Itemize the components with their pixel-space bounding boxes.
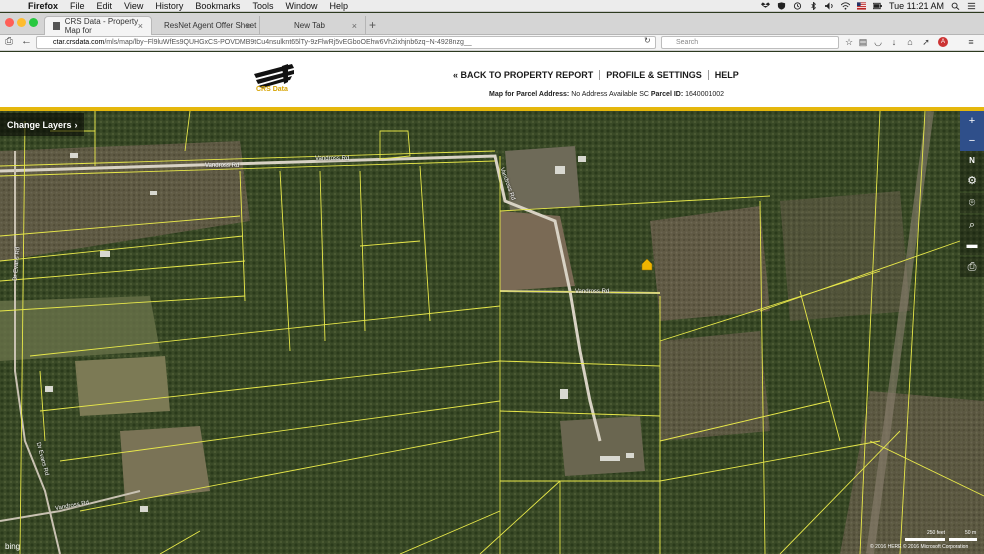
navigation-bar: ⎙ ← ctar.crsdata.com/mls/map/lby~Fl9luWf… xyxy=(0,35,984,51)
home-icon[interactable]: ⌂ xyxy=(905,37,915,47)
menu-file[interactable]: File xyxy=(70,1,85,11)
menu-app-firefox[interactable]: Firefox xyxy=(28,1,58,11)
addon-abp-icon[interactable]: A xyxy=(938,37,948,47)
mac-menu-bar: Firefox File Edit View History Bookmarks… xyxy=(0,0,984,12)
close-tab-icon[interactable]: × xyxy=(138,21,143,31)
parcel-id-label: Parcel ID: xyxy=(650,91,684,98)
wifi-icon[interactable] xyxy=(840,1,850,10)
menubar-clock[interactable]: Tue 11:21 AM xyxy=(889,1,944,11)
zoom-in-button[interactable]: + xyxy=(960,111,984,131)
pocket-icon[interactable]: ◡ xyxy=(873,37,883,47)
location-pin-icon[interactable]: ⌾ xyxy=(960,193,984,213)
parcel-info: Map for Parcel Address: No Address Avail… xyxy=(489,91,724,98)
shield-icon[interactable] xyxy=(777,1,786,10)
spotlight-icon[interactable] xyxy=(951,2,960,10)
road-label: Vandross Rd xyxy=(575,289,610,295)
notification-center-icon[interactable] xyxy=(967,2,976,10)
north-arrow-icon[interactable]: N xyxy=(960,151,984,171)
menu-help[interactable]: Help xyxy=(329,1,348,11)
close-tab-icon[interactable]: × xyxy=(246,21,251,31)
menu-window[interactable]: Window xyxy=(285,1,317,11)
bookmark-star-icon[interactable]: ☆ xyxy=(844,37,854,47)
menu-view[interactable]: View xyxy=(124,1,143,11)
tab-strip: CRS Data - Property Map for × ResNet Age… xyxy=(0,13,984,35)
site-header: CRS Data « BACK TO PROPERTY REPORT PROFI… xyxy=(0,52,984,108)
profile-settings-link[interactable]: PROFILE & SETTINGS xyxy=(606,70,702,80)
tab-crs-data[interactable]: CRS Data - Property Map for × xyxy=(44,16,152,35)
map-scale: 250 feet 50 m xyxy=(905,530,977,544)
scale-feet: 250 feet xyxy=(927,530,946,536)
nav-divider xyxy=(599,70,601,80)
change-layers-label: Change Layers xyxy=(7,119,72,130)
url-host: ctar.crsdata.com xyxy=(53,39,105,46)
menu-history[interactable]: History xyxy=(155,1,183,11)
road-label: Vandross Rd xyxy=(315,156,350,162)
tab-title: New Tab xyxy=(294,21,325,30)
volume-icon[interactable] xyxy=(824,1,834,10)
download-icon[interactable]: ↓ xyxy=(889,37,899,47)
search-icon[interactable]: ⌕ xyxy=(960,215,984,235)
map-copyright: © 2016 HERE © 2016 Microsoft Corporation xyxy=(870,544,969,550)
scale-bar-feet xyxy=(905,538,945,541)
hamburger-menu-icon[interactable]: ≡ xyxy=(966,37,976,47)
scale-meters: 50 m xyxy=(965,530,977,536)
measure-ruler-icon[interactable]: ▬ xyxy=(960,235,984,255)
menu-edit[interactable]: Edit xyxy=(97,1,113,11)
parcel-id: 1640001002 xyxy=(685,91,725,98)
tab-resnet[interactable]: ResNet Agent Offer Sheet × xyxy=(156,16,260,35)
menu-tools[interactable]: Tools xyxy=(252,1,273,11)
print-map-icon[interactable]: ⎙ xyxy=(960,257,984,277)
map-canvas[interactable] xyxy=(0,111,984,554)
url-path: /mls/map/lby~Fl9luWfEs9QUHGxCS-POVDMB9tC… xyxy=(104,39,472,46)
tab-title: ResNet Agent Offer Sheet xyxy=(164,21,257,30)
bing-logo: bing xyxy=(5,542,20,551)
zoom-window-button[interactable] xyxy=(29,18,38,27)
chevron-right-icon: › xyxy=(74,119,78,130)
nav-divider xyxy=(707,70,709,80)
help-link[interactable]: HELP xyxy=(715,70,739,80)
road-label: Vandross Rd xyxy=(205,163,240,169)
reload-icon[interactable]: ↻ xyxy=(644,36,651,45)
aerial-map[interactable]: Vandross Rd Vandross Rd Vandross Rd Vand… xyxy=(0,111,984,554)
minimize-window-button[interactable] xyxy=(17,18,26,27)
menu-bookmarks[interactable]: Bookmarks xyxy=(195,1,240,11)
provider-label: bing xyxy=(5,542,21,551)
top-navigation: « BACK TO PROPERTY REPORT PROFILE & SETT… xyxy=(453,70,739,80)
scale-bar-meters xyxy=(949,538,977,541)
battery-icon[interactable] xyxy=(872,2,882,10)
crs-favicon-icon xyxy=(53,22,60,30)
close-window-button[interactable] xyxy=(5,18,14,27)
send-icon[interactable]: ➚ xyxy=(921,37,931,47)
timemachine-icon[interactable] xyxy=(793,1,802,10)
change-layers-button[interactable]: Change Layers › xyxy=(0,113,84,136)
bluetooth-icon[interactable] xyxy=(809,1,818,10)
zoom-out-button[interactable]: − xyxy=(960,131,984,151)
new-tab-button[interactable]: + xyxy=(369,18,376,32)
url-bar[interactable]: ctar.crsdata.com/mls/map/lby~Fl9luWfEs9Q… xyxy=(36,36,656,49)
parcel-address: No Address Available SC xyxy=(571,91,649,98)
close-tab-icon[interactable]: × xyxy=(352,21,357,31)
back-arrow-icon[interactable]: ← xyxy=(21,35,32,47)
search-bar[interactable]: Search xyxy=(661,36,839,49)
search-placeholder: Search xyxy=(676,39,699,46)
tab-new[interactable]: New Tab × xyxy=(262,16,366,35)
us-flag-icon[interactable] xyxy=(856,1,866,10)
settings-gear-icon[interactable]: ⚙ xyxy=(960,171,984,191)
parcel-prefix: Map for Parcel Address: xyxy=(489,91,570,98)
print-icon[interactable]: ⎙ xyxy=(5,36,13,47)
logo-text: CRS Data xyxy=(256,86,288,93)
back-to-property-report-link[interactable]: « BACK TO PROPERTY REPORT xyxy=(453,70,593,80)
reading-list-icon[interactable]: ▤ xyxy=(858,37,868,47)
map-toolbar: + − N ⚙ ⌾ ⌕ ▬ ⎙ xyxy=(960,111,984,281)
dropbox-icon[interactable] xyxy=(760,1,770,10)
